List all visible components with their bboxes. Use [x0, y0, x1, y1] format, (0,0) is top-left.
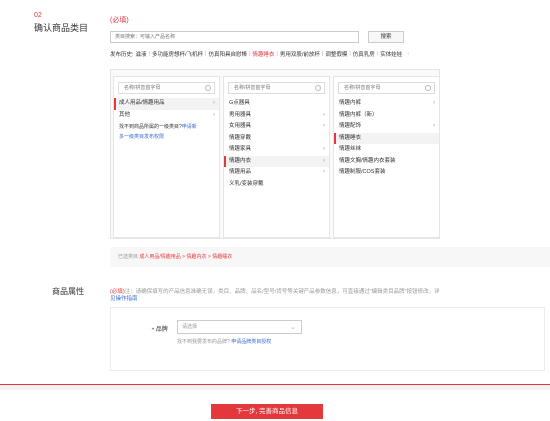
category-option[interactable]: 女用器具 ›	[224, 121, 329, 133]
attributes-box	[110, 307, 545, 371]
column-search-input[interactable]	[119, 83, 214, 93]
chevron-down-icon: ⌄	[290, 324, 296, 331]
search-icon	[315, 85, 321, 91]
history-prev-icon[interactable]: ‹	[407, 51, 409, 57]
history-item[interactable]: 滋液	[136, 50, 147, 58]
column-search-box[interactable]	[118, 82, 215, 94]
category-option[interactable]: 情趣用品 ›	[224, 167, 329, 179]
search-icon	[425, 85, 431, 91]
selected-path: 成人用品/情趣用品 > 情趣内衣 > 情趣睡衣	[139, 254, 233, 260]
chevron-right-icon: ›	[213, 111, 215, 118]
chevron-right-icon: ›	[323, 157, 325, 164]
category-option[interactable]: 情趣制服/COS套装	[334, 167, 439, 179]
search-button[interactable]: 搜索	[368, 31, 404, 43]
history-item[interactable]: 多功能房想杯/飞机杯	[152, 50, 203, 58]
attributes-title: 商品属性	[52, 287, 84, 296]
brand-select[interactable]: 请选择 ⌄	[177, 320, 302, 334]
history-label: 发布历史:	[110, 52, 134, 58]
category-option[interactable]: 男用器具 ›	[224, 110, 329, 122]
brand-apply-link[interactable]: 申请品牌类目授权	[231, 339, 271, 345]
category-option[interactable]: 情趣睡衣	[334, 132, 439, 144]
category-option[interactable]: 情趣内裤 ›	[334, 98, 439, 110]
history-item[interactable]: 男用双股/前放杯	[280, 50, 320, 58]
apply-link-2[interactable]: 多一级类目发布权限	[114, 133, 219, 140]
footer-strip	[0, 384, 550, 390]
category-option[interactable]: 情趣内裤（新）	[334, 110, 439, 122]
chevron-right-icon: ›	[213, 100, 215, 106]
history-item[interactable]: 实体娃娃	[380, 50, 402, 58]
category-option[interactable]: 情趣丝袜	[334, 144, 439, 156]
chevron-right-icon: ›	[323, 123, 325, 129]
brand-label: • 品牌	[152, 327, 168, 333]
history-item-active[interactable]: 情趣睡衣	[252, 50, 274, 58]
search-icon	[205, 85, 211, 91]
category-column-2: G点器具 男用器具› 女用器具› 情趣穿戴 情趣家具› 情趣内衣› 情趣用品› …	[223, 76, 330, 238]
attributes-required: (必填)	[110, 289, 125, 295]
category-option[interactable]: 情趣配饰 ›	[334, 121, 439, 133]
history-item[interactable]: 仿真乳房	[353, 50, 375, 58]
brand-hint: 找不到我要发布的品牌? 申请品牌类目授权	[177, 339, 272, 345]
chevron-right-icon: ›	[323, 146, 325, 152]
category-column-3: 情趣内裤› 情趣内裤（新） 情趣配饰› 情趣睡衣 情趣丝袜 情趣文胸/情趣内衣套…	[333, 76, 440, 238]
category-option[interactable]: 义乳/变装穿戴	[224, 179, 329, 191]
column-search-box[interactable]	[228, 82, 325, 94]
column-hint: 找不到商品所属的一级类目?申请新	[119, 124, 197, 130]
chevron-right-icon: ›	[433, 100, 435, 106]
category-option[interactable]: 情趣文胸/情趣内衣套装	[334, 156, 439, 168]
chevron-right-icon: ›	[323, 169, 325, 175]
history-item[interactable]: 调整假模	[325, 50, 347, 58]
chevron-right-icon: ›	[433, 123, 435, 129]
category-option[interactable]: G点器具	[224, 98, 329, 110]
required-tag: (必填)	[110, 17, 129, 24]
next-step-button[interactable]: 下一步, 完善商品信息	[211, 404, 323, 419]
column-search-box[interactable]	[338, 82, 435, 94]
selected-label: 已选类目	[118, 254, 139, 260]
guide-link[interactable]: 见操作指南	[110, 296, 138, 302]
publish-history: 发布历史: 滋液 | 多功能房想杯/飞机杯 | 仿真阳具自慰棒 | 情趣睡衣 | 男用双…	[110, 50, 410, 58]
step-title: 确认商品类目	[34, 23, 89, 33]
apply-link[interactable]: 申请新	[182, 124, 197, 130]
chevron-right-icon: ›	[323, 111, 325, 118]
category-option[interactable]: 情趣穿戴	[224, 133, 329, 145]
category-column-1: 成人用品/情趣用品› 其他› 找不到商品所属的一级类目?申请新 多一级类目发布权…	[113, 76, 220, 238]
step-number: 02	[34, 12, 42, 19]
selected-category-bar: 已选类目 成人用品/情趣用品 > 情趣内衣 > 情趣睡衣	[110, 247, 550, 267]
column-search-input[interactable]	[339, 83, 434, 93]
attributes-note: (必填)注：请确保填写的产品信息准确无误，类目、品牌、品名/型号/货号等关键产品…	[110, 289, 440, 302]
category-option[interactable]: 其他 ›	[114, 110, 219, 122]
category-option[interactable]: 情趣家具 ›	[224, 144, 329, 156]
category-search-box[interactable]	[110, 31, 359, 43]
category-search-input[interactable]	[111, 32, 358, 42]
history-item[interactable]: 仿真阳具自慰棒	[208, 50, 247, 58]
category-option[interactable]: 成人用品/情趣用品 ›	[114, 98, 219, 110]
category-picker: 成人用品/情趣用品› 其他› 找不到商品所属的一级类目?申请新 多一级类目发布权…	[110, 69, 440, 239]
column-search-input[interactable]	[229, 83, 324, 93]
category-option[interactable]: 情趣内衣 ›	[224, 155, 329, 167]
